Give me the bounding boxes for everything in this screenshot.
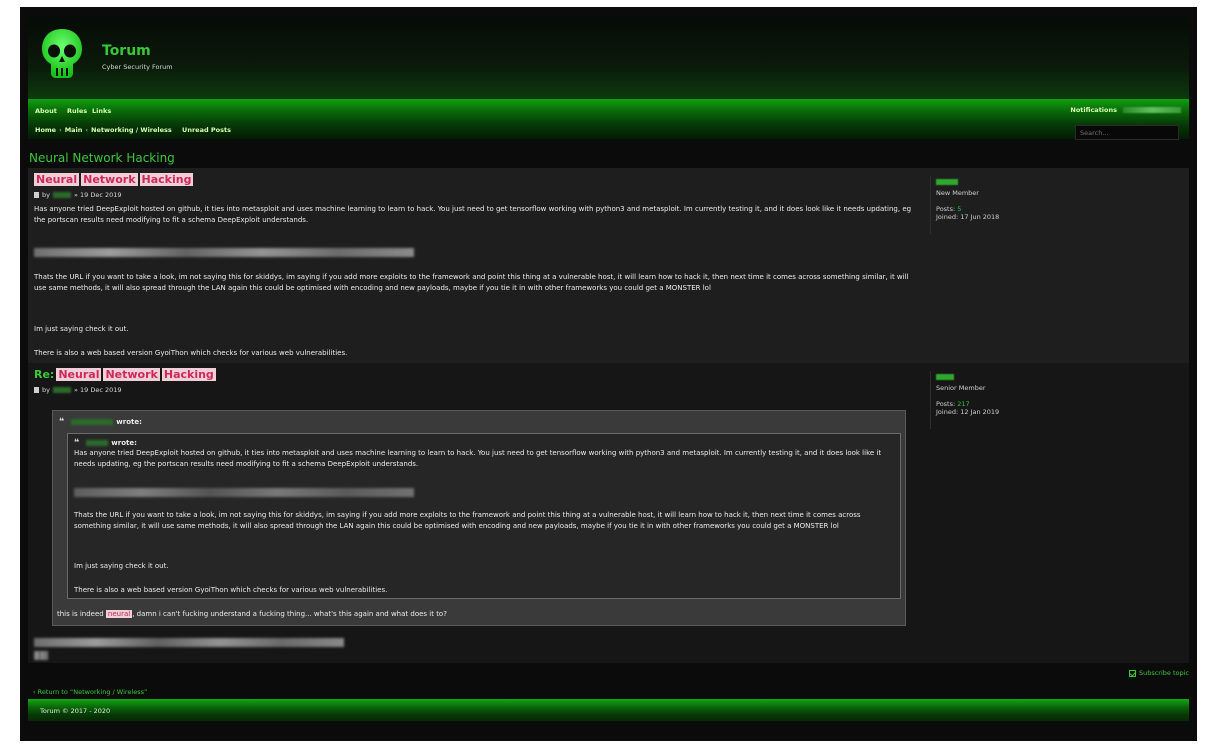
posts-count[interactable]: 5 [957,205,961,213]
breadcrumb-main[interactable]: Main [65,126,83,134]
breadcrumb: Home ‹ Main ‹ Networking / Wireless Unread P… [35,126,231,134]
nav-link-about[interactable]: About [35,107,57,115]
quote-wrote-label: wrote: [111,439,137,447]
quote-header: ❝ wrote: [59,417,142,427]
quote-mark-icon: ❝ [74,438,80,448]
page-frame: Torum Cyber Security Forum About Rules L… [20,7,1197,741]
post-paragraph: Thats the URL if you want to take a look… [34,273,909,292]
checkbox-icon[interactable] [1128,669,1136,677]
redacted-quoted-author[interactable] [71,419,114,425]
redacted-username[interactable] [1123,107,1181,113]
quote-paragraph: Im just saying check it out. [74,562,169,570]
redacted-quoted-author[interactable] [86,440,109,446]
posts-label: Posts: [936,205,956,213]
post-title[interactable]: Re: Neural Network Hacking [34,368,218,381]
posts-label: Posts: [936,400,956,408]
post-paragraph: There is also a web based version GyoiTh… [34,349,348,357]
footer-copyright: Torum © 2017 - 2020 [40,707,111,715]
redacted-url [74,488,414,497]
title-prefix: Re: [34,368,55,381]
redacted-profile-name[interactable] [936,179,958,185]
post-paragraph: Has anyone tried DeepExploit hosted on g… [34,205,912,224]
breadcrumb-home[interactable]: Home [35,126,56,134]
search-input[interactable] [1075,125,1179,140]
redacted-profile-name[interactable] [936,374,954,380]
notifications-label[interactable]: Notifications [1070,106,1117,114]
joined-date: Joined: 12 Jan 2019 [936,408,1000,416]
title-word: Network [81,173,138,186]
quote-paragraph: There is also a web based version GyoiTh… [74,586,388,594]
skull-logo-icon[interactable] [40,27,84,81]
meta-date: » 19 Dec 2019 [73,191,122,199]
member-stats: Posts: 217 Joined: 12 Jan 2019 [936,400,1050,416]
breadcrumb-separator: ‹ [59,126,62,134]
quote-wrote-label: wrote: [116,418,142,426]
quote-paragraph: Thats the URL if you want to take a look… [74,511,861,530]
post: Re: Neural Network Hacking by» 19 Dec 2019 … [28,363,1189,663]
author-profile: New Member Posts: 5 Joined: 17 Jun 2018 [930,176,1050,234]
reply-text: this is indeed neural, damn i can't fuck… [57,609,897,620]
title-word: Hacking [161,368,216,381]
nav-link-rules[interactable]: Rules [67,107,87,115]
site-title[interactable]: Torum [102,43,151,59]
title-word: Neural [56,368,102,381]
unread-posts-link[interactable]: Unread Posts [182,126,231,134]
return-link-label[interactable]: Return to “Networking / Wireless” [38,688,148,696]
member-rank: Senior Member [936,384,986,392]
reply-text-end: , damn i can't fucking understand a fuck… [132,610,447,618]
meta-date: » 19 Dec 2019 [73,386,122,394]
meta-by: by [42,191,50,199]
post-meta: by » 19 Dec 2019 [34,386,122,394]
return-link[interactable]: ‹ Return to “Networking / Wireless” [33,688,147,696]
page-title[interactable]: Neural Network Hacking [29,151,175,165]
quote-mark-icon: ❝ [59,417,65,427]
quote-header: ❝ wrote: [74,438,137,448]
redacted-url [34,248,414,257]
quote-paragraph: Has anyone tried DeepExploit hosted on g… [74,449,882,468]
post: Neural Network Hacking by » 19 Dec 2019 Has… [28,168,1189,363]
nav-link-links[interactable]: Links [92,107,111,115]
meta-by: by [42,386,50,394]
site-header: Torum Cyber Security Forum [28,17,1189,99]
post-title[interactable]: Neural Network Hacking [34,173,195,186]
breadcrumb-networking-wireless[interactable]: Networking / Wireless [91,126,172,134]
author-profile: Senior Member Posts: 217 Joined: 12 Jan … [930,371,1050,429]
highlighted-word: neural [105,610,133,618]
member-rank: New Member [936,189,979,197]
title-word: Neural [34,173,80,186]
quote-block: ❝ wrote: ❝ wrote: Has anyone tried DeepExp… [52,410,906,626]
post-paragraph: Im just saying check it out. [34,325,129,333]
subscribe-label[interactable]: Subscribe topic [1139,669,1189,677]
title-word: Hacking [139,173,194,186]
title-word: Network [103,368,160,381]
post-icon[interactable] [34,192,39,198]
nested-quote-block: ❝ wrote: Has anyone tried DeepExploit hos… [67,433,901,599]
joined-date: Joined: 17 Jun 2018 [936,213,1000,221]
post-meta: by » 19 Dec 2019 [34,191,122,199]
member-stats: Posts: 5 Joined: 17 Jun 2018 [936,205,1050,221]
navigation-bar: About Rules Links Home ‹ Main ‹ Networking /… [28,99,1189,140]
subscribe-topic[interactable]: Subscribe topic [1128,669,1189,677]
posts-count[interactable]: 217 [957,400,969,408]
redacted-author[interactable] [52,192,71,198]
post-icon[interactable] [34,387,39,393]
redacted-signature [34,638,344,647]
site-footer: Torum © 2017 - 2020 [28,699,1189,721]
reply-text-start: this is indeed [57,610,106,618]
notifications[interactable]: Notifications [1070,106,1181,114]
redacted-signature [34,651,48,660]
site-description: Cyber Security Forum [102,63,173,71]
breadcrumb-separator: ‹ [85,126,89,134]
redacted-author[interactable] [52,387,71,393]
